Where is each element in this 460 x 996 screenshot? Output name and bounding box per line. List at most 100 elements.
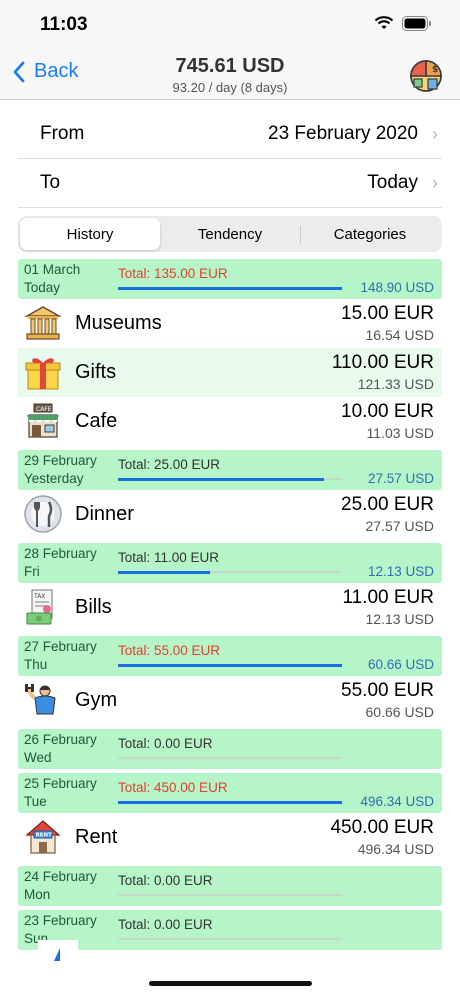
day-total: Total: 0.00 EUR	[118, 736, 213, 751]
day-total: Total: 135.00 EUR	[118, 266, 228, 281]
day-weekday: Mon	[24, 887, 51, 902]
day-progress-bar	[118, 664, 342, 667]
expense-amount: 25.00 EUR	[341, 494, 434, 515]
expense-row[interactable]: Gifts 110.00 EUR 121.33 USD	[18, 348, 442, 397]
expense-amount: 55.00 EUR	[341, 680, 434, 701]
expense-name: Gifts	[75, 361, 117, 383]
day-usd-total: 148.90 USD	[360, 280, 434, 295]
expense-row[interactable]: TAX Bills 11.00 EUR 12.13 USD	[18, 583, 442, 632]
day-progress-track	[118, 287, 342, 290]
day-usd-total: 496.34 USD	[360, 794, 434, 809]
expense-row[interactable]: CAFE Cafe 10.00 EUR 11.03 USD	[18, 397, 442, 446]
status-bar: 11:03	[0, 0, 460, 50]
day-progress-bar	[118, 287, 342, 290]
day-progress-track	[118, 478, 342, 481]
day-progress-track	[118, 571, 342, 574]
day-total: Total: 450.00 EUR	[118, 780, 228, 795]
day-progress-bar	[118, 478, 325, 481]
day-progress-bar	[118, 571, 210, 574]
day-date: 28 February	[24, 546, 97, 561]
day-progress-track	[118, 801, 342, 804]
reports-icon[interactable]: $	[408, 58, 444, 94]
expense-row[interactable]: RENT Rent 450.00 EUR 496.34 USD	[18, 813, 442, 862]
expense-name: Rent	[75, 826, 118, 848]
expense-usd: 11.03 USD	[366, 425, 434, 441]
day-header[interactable]: 24 February Mon Total: 0.00 EUR	[18, 866, 442, 906]
day-total: Total: 0.00 EUR	[118, 873, 213, 888]
dinner-icon	[23, 494, 63, 534]
status-icons	[374, 16, 432, 31]
expense-row[interactable]: Gym 55.00 EUR 60.66 USD	[18, 676, 442, 725]
expense-amount: 110.00 EUR	[331, 352, 434, 373]
expense-usd: 16.54 USD	[365, 327, 434, 343]
expense-amount: 10.00 EUR	[341, 401, 434, 422]
day-progress-track	[118, 894, 342, 896]
from-label: From	[40, 123, 85, 144]
wifi-icon	[374, 16, 394, 29]
chevron-right-icon: ›	[432, 172, 438, 193]
tab-categories[interactable]: Categories	[300, 218, 440, 250]
day-date: 27 February	[24, 639, 97, 654]
day-date: 29 February	[24, 453, 97, 468]
day-usd-total: 60.66 USD	[367, 657, 434, 672]
day-weekday: Yesterday	[24, 471, 84, 486]
tab-history[interactable]: History	[20, 218, 160, 250]
expense-usd: 27.57 USD	[365, 518, 434, 534]
nav-bar: Back 745.61 USD 93.20 / day (8 days) $	[0, 50, 460, 100]
day-date: 25 February	[24, 776, 97, 791]
from-row[interactable]: From 23 February 2020 ›	[18, 110, 442, 159]
day-header[interactable]: 23 February Sun Total: 0.00 EUR	[18, 910, 442, 950]
day-header[interactable]: 27 February Thu Total: 55.00 EUR 60.66 USD	[18, 636, 442, 676]
day-date: 01 March	[24, 262, 81, 277]
expense-usd: 121.33 USD	[357, 376, 434, 392]
expense-amount: 11.00 EUR	[342, 587, 434, 608]
rent-icon: RENT	[23, 817, 63, 857]
gym-icon	[23, 680, 63, 720]
gift-icon	[23, 352, 63, 392]
sail-icon	[54, 948, 60, 961]
day-weekday: Fri	[24, 564, 40, 579]
day-weekday: Wed	[24, 750, 52, 765]
day-total: Total: 55.00 EUR	[118, 643, 221, 658]
day-date: 24 February	[24, 869, 97, 884]
day-progress-bar	[118, 801, 342, 804]
to-row[interactable]: To Today ›	[18, 159, 442, 208]
expense-row[interactable]: Dinner 25.00 EUR 27.57 USD	[18, 490, 442, 539]
day-header[interactable]: 25 February Tue Total: 450.00 EUR 496.34 US…	[18, 773, 442, 813]
svg-text:RENT: RENT	[36, 833, 53, 839]
to-value: Today	[367, 172, 418, 193]
day-total: Total: 11.00 EUR	[118, 550, 220, 565]
expense-name: Dinner	[75, 503, 134, 525]
partial-logo	[38, 940, 78, 962]
day-header[interactable]: 26 February Wed Total: 0.00 EUR	[18, 729, 442, 769]
page-title: 745.61 USD	[175, 55, 285, 77]
day-progress-track	[118, 938, 342, 940]
tab-tendency[interactable]: Tendency	[160, 218, 300, 250]
view-tabs: History Tendency Categories	[18, 216, 442, 252]
expense-name: Museums	[75, 312, 162, 334]
day-header[interactable]: 29 February Yesterday Total: 25.00 EUR 27.5…	[18, 450, 442, 490]
svg-text:$: $	[432, 65, 438, 75]
expense-amount: 450.00 EUR	[330, 817, 434, 838]
expense-usd: 60.66 USD	[365, 704, 434, 720]
svg-text:TAX: TAX	[33, 593, 45, 600]
expense-usd: 496.34 USD	[357, 841, 434, 857]
history-list: 01 March Today Total: 135.00 EUR 148.90 USD…	[18, 259, 442, 954]
battery-icon	[402, 16, 431, 31]
day-weekday: Tue	[24, 794, 47, 809]
status-time: 11:03	[40, 14, 88, 35]
to-label: To	[40, 172, 61, 193]
day-usd-total: 27.57 USD	[367, 471, 434, 486]
day-progress-track	[118, 664, 342, 667]
from-value: 23 February 2020	[268, 123, 418, 144]
day-weekday: Thu	[24, 657, 48, 672]
day-header[interactable]: 01 March Today Total: 135.00 EUR 148.90 USD	[18, 259, 442, 299]
day-header[interactable]: 28 February Fri Total: 11.00 EUR 12.13 USD	[18, 543, 442, 583]
chevron-right-icon: ›	[432, 123, 438, 144]
expense-amount: 15.00 EUR	[341, 303, 434, 324]
day-usd-total: 12.13 USD	[367, 564, 434, 579]
expense-name: Cafe	[75, 410, 118, 432]
day-date: 23 February	[24, 913, 97, 928]
expense-row[interactable]: Museums 15.00 EUR 16.54 USD	[18, 299, 442, 348]
expense-name: Gym	[75, 689, 118, 711]
